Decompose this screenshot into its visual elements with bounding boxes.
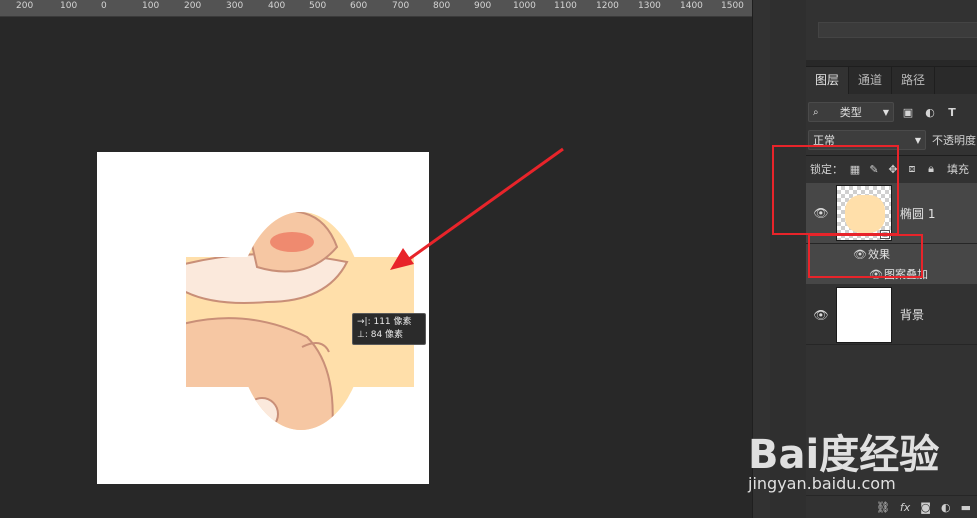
- ruler-label: 300: [226, 1, 244, 11]
- upper-panel: [806, 0, 977, 60]
- tooltip-width: →|: 111 像素: [357, 317, 412, 327]
- photoshop-window: 200 100 0 100 200 300 400 500 600 700 80…: [0, 0, 977, 518]
- filter-value: 类型: [839, 106, 862, 119]
- lock-artboard-icon[interactable]: ⧈: [905, 162, 919, 176]
- layer-background[interactable]: 👁︎ 背景: [806, 285, 977, 345]
- dimension-tooltip: →|: 111 像素 ⊥: 84 像素: [352, 313, 426, 345]
- highlight-box-effects: [808, 234, 923, 278]
- image-filter-icon[interactable]: ▣: [900, 106, 916, 119]
- opacity-label: 不透明度: [932, 134, 976, 147]
- ruler-label: 700: [392, 1, 410, 11]
- ruler-label: 100: [142, 1, 160, 11]
- layer-name[interactable]: 椭圆 1: [900, 205, 935, 222]
- ruler-label: 600: [350, 1, 368, 11]
- layer-thumbnail[interactable]: [836, 286, 892, 343]
- horizontal-ruler: 200 100 0 100 200 300 400 500 600 700 80…: [0, 0, 752, 17]
- watermark-url: jingyan.baidu.com: [748, 474, 896, 493]
- tab-paths[interactable]: 路径: [892, 67, 936, 94]
- ruler-label: 200: [16, 1, 34, 11]
- chevron-down-icon: ▼: [882, 107, 889, 117]
- ruler-label: 1400: [680, 1, 703, 11]
- highlight-box-thumbnail: [772, 145, 899, 235]
- ruler-label: 900: [474, 1, 492, 11]
- layers-panel-tabs: 图层 通道 路径: [806, 67, 977, 94]
- canvas-area[interactable]: [0, 18, 752, 518]
- lock-all-icon[interactable]: 🔒︎: [924, 162, 938, 176]
- ruler-label: 500: [309, 1, 327, 11]
- ruler-label: 1500: [721, 1, 744, 11]
- ruler-label: 1200: [596, 1, 619, 11]
- ruler-label: 1100: [554, 1, 577, 11]
- adjustment-filter-icon[interactable]: ◐: [922, 106, 938, 119]
- visibility-eye-icon[interactable]: 👁︎: [806, 308, 836, 322]
- layer-name[interactable]: 背景: [900, 306, 924, 323]
- search-icon: ⌕: [813, 106, 819, 118]
- ruler-label: 400: [268, 1, 286, 11]
- ruler-label: 200: [184, 1, 202, 11]
- ruler-label: 0: [101, 1, 107, 11]
- layer-filter-select[interactable]: ⌕ 类型 ▼: [808, 102, 894, 122]
- ruler-label: 1000: [513, 1, 536, 11]
- ruler-label: 800: [433, 1, 451, 11]
- ruler-label: 100: [60, 1, 78, 11]
- upper-panel-dropdown[interactable]: [818, 22, 977, 38]
- tab-channels[interactable]: 通道: [849, 67, 893, 94]
- fill-label: 填充: [947, 163, 969, 176]
- ruler-label: 1300: [638, 1, 661, 11]
- filter-row: ⌕ 类型 ▼ ▣ ◐ T: [808, 101, 977, 123]
- watermark-logo: Bai度经验: [748, 432, 940, 478]
- baidu-jingyan-watermark: Bai度经验 jingyan.baidu.com: [748, 422, 977, 518]
- tooltip-height: ⊥: 84 像素: [357, 330, 404, 340]
- tab-layers[interactable]: 图层: [806, 67, 850, 94]
- type-filter-icon[interactable]: T: [944, 106, 960, 119]
- chevron-down-icon: ▼: [914, 135, 921, 145]
